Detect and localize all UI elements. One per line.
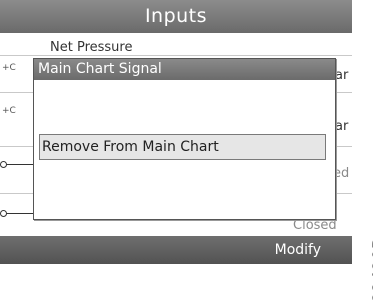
screen-title: Inputs	[0, 0, 352, 33]
digital-input-wire-icon	[6, 164, 33, 165]
modify-button[interactable]: Modify	[275, 241, 321, 259]
row-unit-fragment: ar	[335, 68, 349, 83]
row-divider	[0, 55, 352, 56]
dialog-title: Main Chart Signal	[34, 59, 335, 80]
input-symbol-icon: +C	[2, 106, 16, 116]
row-unit-fragment: ar	[335, 119, 349, 134]
net-pressure-label: Net Pressure	[50, 40, 133, 55]
main-chart-signal-dialog: Main Chart Signal Remove From Main Chart	[33, 58, 336, 220]
row-status: Closed	[293, 218, 337, 233]
footer-bar: Modify	[0, 236, 352, 264]
remove-from-main-chart-option[interactable]: Remove From Main Chart	[39, 134, 326, 160]
controller-screen: Inputs Net Pressure +C ar +C ar ed Close…	[0, 0, 352, 264]
input-symbol-icon: +C	[2, 63, 16, 73]
